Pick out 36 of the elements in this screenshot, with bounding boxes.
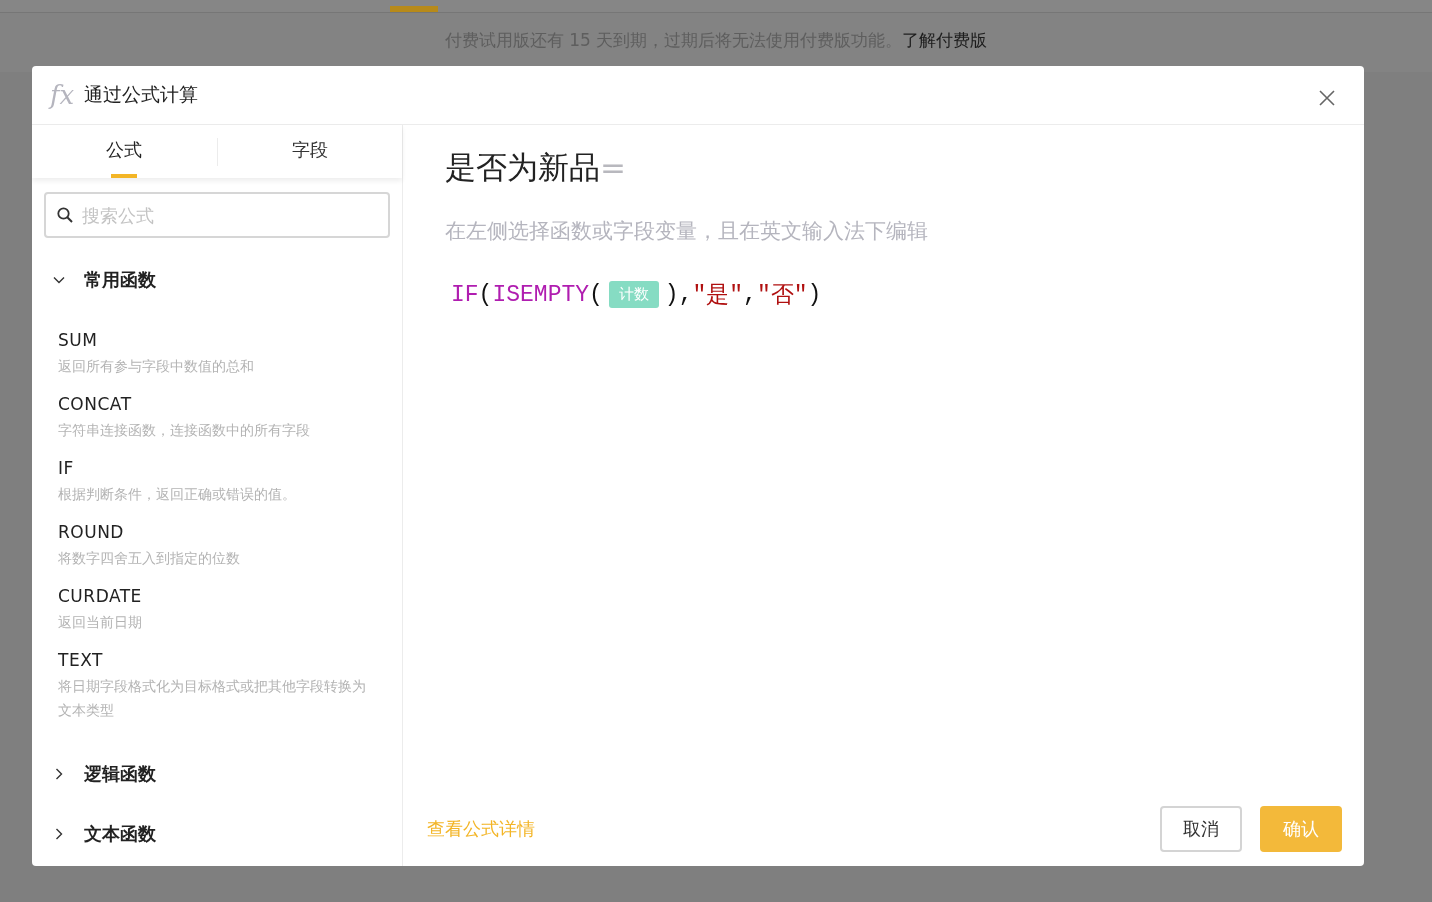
- function-description: 将数字四舍五入到指定的位数: [58, 549, 241, 568]
- function-description: 字符串连接函数，连接函数中的所有字段: [58, 421, 311, 440]
- function-description: 根据判断条件，返回正确或错误的值。: [58, 485, 297, 504]
- editor-hint: 在左侧选择函数或字段变量，且在英文输入法下编辑: [445, 218, 929, 245]
- close-icon[interactable]: [1318, 89, 1336, 107]
- function-description: 返回当前日期: [58, 613, 143, 632]
- function-group[interactable]: 文本函数: [52, 804, 402, 864]
- function-name[interactable]: TEXT: [58, 646, 402, 674]
- formula-token: ),: [664, 281, 693, 308]
- tab[interactable]: 字段: [217, 125, 402, 178]
- function-description: 返回所有参与字段中数值的总和: [58, 357, 255, 376]
- equals-sign: =: [600, 149, 626, 185]
- formula-token: ISEMPTY: [492, 281, 590, 308]
- formula-token: ,: [743, 281, 757, 308]
- formula-token: (: [478, 281, 493, 308]
- search-icon: [56, 206, 74, 224]
- dialog-title: 通过公式计算: [84, 82, 199, 107]
- fx-icon: fx: [50, 80, 75, 110]
- cancel-button[interactable]: 取消: [1160, 806, 1242, 852]
- learn-more-link[interactable]: 了解付费版: [902, 29, 988, 52]
- field-name: 是否为新品: [445, 149, 600, 185]
- search-field[interactable]: 搜索公式: [44, 192, 390, 238]
- function-name[interactable]: CONCAT: [58, 390, 402, 418]
- function-name[interactable]: CURDATE: [58, 582, 402, 610]
- formula-token: ): [807, 281, 822, 308]
- formula-token: "是": [692, 282, 744, 310]
- function-group[interactable]: 逻辑函数: [52, 744, 402, 804]
- formula-token: (: [589, 281, 603, 308]
- function-name[interactable]: SUM: [58, 326, 402, 354]
- formula-token: IF: [451, 281, 479, 308]
- function-description: 将日期字段格式化为目标格式或把其他字段转换为文本类型: [58, 677, 367, 720]
- function-name[interactable]: ROUND: [58, 518, 402, 546]
- function-name[interactable]: IF: [58, 454, 402, 482]
- function-group[interactable]: 常用函数: [52, 250, 402, 310]
- field-tag: 计数: [608, 281, 659, 308]
- formula-token: "否": [756, 282, 808, 310]
